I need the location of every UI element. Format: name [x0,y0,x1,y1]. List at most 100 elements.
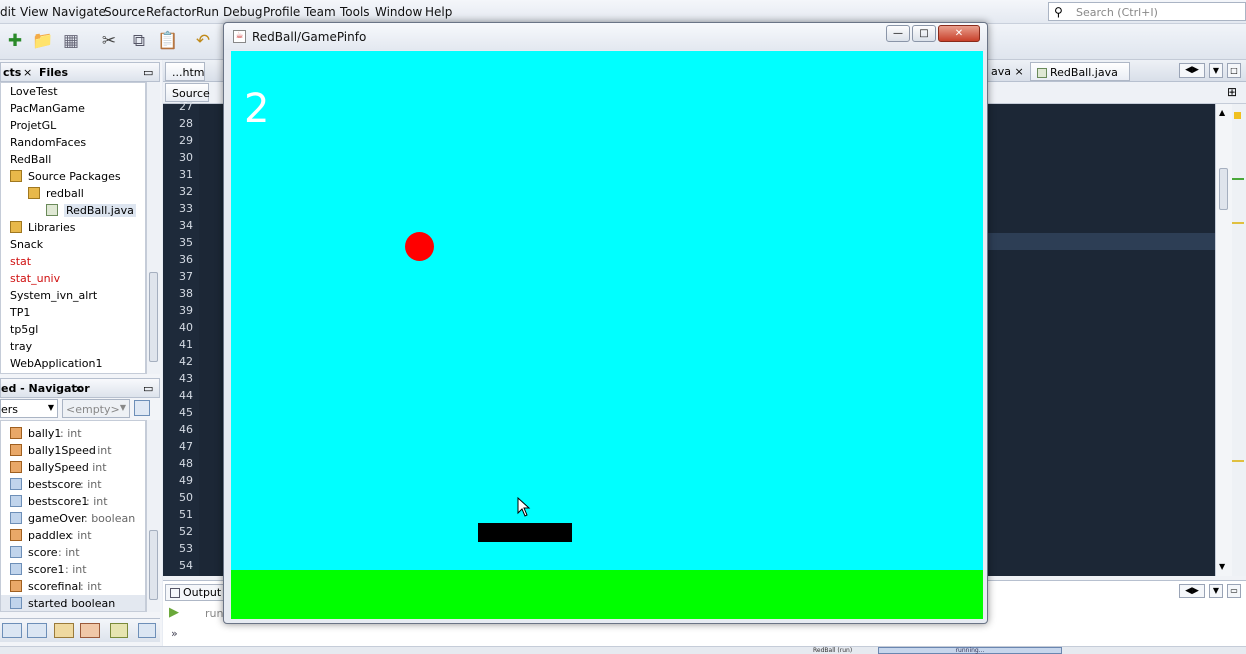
paste-icon[interactable]: 📋 [155,28,181,54]
tree-item[interactable]: Libraries [1,219,145,236]
list-item[interactable]: bally1: int [1,425,145,442]
line-number: 47 [179,440,193,453]
tree-item[interactable]: redball [1,185,145,202]
list-item[interactable]: bestscore: int [1,476,145,493]
error-stripe [1232,104,1246,576]
menu-profile[interactable]: Profile [263,5,300,19]
tree-item[interactable]: TP1 [1,304,145,321]
tree-item[interactable]: stat [1,253,145,270]
tab-java[interactable]: ava × [985,62,1031,81]
output-text: run [205,607,224,620]
projects-scrollbar[interactable] [146,82,160,374]
menu-edit[interactable]: dit [0,5,16,19]
tab-projects[interactable]: cts [3,66,21,79]
menu-navigate[interactable]: Navigate [52,5,106,19]
minimize-icon[interactable]: ▭ [1227,584,1241,598]
rerun-icon[interactable]: ▶ [169,605,179,620]
list-item[interactable]: bestscore1: int [1,493,145,510]
game-canvas[interactable]: 2 [231,51,983,619]
navigator-tab-header: ed - Navigator × ▭ [0,378,160,398]
minimize-button[interactable]: — [886,25,910,42]
tree-item[interactable]: stat_univ [1,270,145,287]
scroll-tabs-icon[interactable]: ◀▶ [1179,584,1205,598]
maximize-icon[interactable]: □ [1227,63,1241,78]
list-item[interactable]: gameOver: boolean [1,510,145,527]
status-project: RedBall (run) [813,647,853,654]
menu-view[interactable]: View [20,5,48,19]
list-item[interactable]: bally1Speed: int [1,442,145,459]
warning-marker-icon[interactable] [1234,112,1241,119]
chevron-down-icon[interactable]: ▼ [1209,63,1223,78]
list-item[interactable]: ballySpeed: int [1,459,145,476]
tree-item[interactable]: WebApplication1 [1,355,145,372]
menu-source[interactable]: Source [104,5,145,19]
sort-icon[interactable] [110,623,128,638]
new-project-icon[interactable]: ✚ [2,28,28,54]
close-icon[interactable]: × [74,382,83,395]
tree-item[interactable]: RandomFaces [1,134,145,151]
chevron-up-icon[interactable]: ▲ [1219,108,1225,117]
view-icon[interactable] [2,623,22,638]
navigator-scrollbar[interactable] [146,420,160,612]
scrollbar-thumb[interactable] [149,272,158,362]
more-icon[interactable]: » [171,627,178,640]
class-icon[interactable] [80,623,100,638]
menu-refactor[interactable]: Refactor [146,5,196,19]
tree-item[interactable]: PacManGame [1,100,145,117]
minimize-icon[interactable]: ▭ [143,382,153,395]
history-select[interactable]: <empty> ▼ [62,399,130,418]
tree-item[interactable]: RedBall [1,151,145,168]
tree-item[interactable]: tp5gl [1,321,145,338]
menu-tools[interactable]: Tools [340,5,370,19]
package-icon[interactable] [54,623,74,638]
scroll-tabs-icon[interactable]: ◀▶ [1179,63,1205,78]
close-icon[interactable]: × [23,66,32,79]
line-number: 37 [179,270,193,283]
menu-help[interactable]: Help [425,5,452,19]
chevron-down-icon[interactable]: ▼ [1209,584,1223,598]
list-item[interactable]: started: boolean [1,595,145,611]
search-input[interactable]: ⚲ Search (Ctrl+I) [1048,2,1246,21]
output-icon [170,588,180,598]
members-filter-select[interactable]: ers ▼ [0,399,58,418]
tab-htm[interactable]: ...htm [165,62,205,81]
cut-icon[interactable]: ✂ [96,28,122,54]
menu-window[interactable]: Window [375,5,422,19]
tree-item[interactable]: Source Packages [1,168,145,185]
filter-icon[interactable] [134,400,150,416]
maximize-button[interactable]: □ [912,25,936,42]
tree-item[interactable]: tray [1,338,145,355]
minimize-icon[interactable]: ▭ [143,66,153,79]
close-button[interactable]: ✕ [938,25,980,42]
split-icon[interactable]: ⊞ [1227,85,1237,99]
scrollbar-thumb[interactable] [149,530,158,600]
open-project-icon[interactable]: 📁 [30,28,56,54]
tree-item[interactable]: ProjetGL [1,117,145,134]
menu-team[interactable]: Team [304,5,336,19]
copy-icon[interactable]: ⧉ [126,28,152,54]
field-icon [10,478,22,490]
menu-debug[interactable]: Debug [223,5,262,19]
list-item[interactable]: scorefinal: int [1,578,145,595]
line-number: 30 [179,151,193,164]
tree-item[interactable]: System_ivn_alrt [1,287,145,304]
save-all-icon[interactable]: ▦ [58,28,84,54]
tree-item[interactable]: Snack [1,236,145,253]
list-item[interactable]: paddlex: int [1,527,145,544]
scrollbar-thumb[interactable] [1219,168,1228,210]
tree-item[interactable]: RedBall.java [1,202,145,219]
editor-scrollbar[interactable]: ▲ ▼ [1215,104,1232,576]
line-number: 33 [179,202,193,215]
undo-icon[interactable]: ↶ [190,28,216,54]
close-icon[interactable]: × [1015,65,1024,78]
list-item[interactable]: score1: int [1,561,145,578]
tab-redball-java[interactable]: RedBall.java × [1030,62,1130,92]
chevron-down-icon[interactable]: ▼ [1219,562,1225,571]
tab-files[interactable]: Files [39,66,68,79]
list-item[interactable]: score: int [1,544,145,561]
grid-icon[interactable] [138,623,156,638]
view-icon[interactable] [27,623,47,638]
tree-item[interactable]: LoveTest [1,83,145,100]
game-window-titlebar[interactable]: ☕ RedBall/GamePinfo — □ ✕ [224,23,987,50]
menu-run[interactable]: Run [196,5,219,19]
